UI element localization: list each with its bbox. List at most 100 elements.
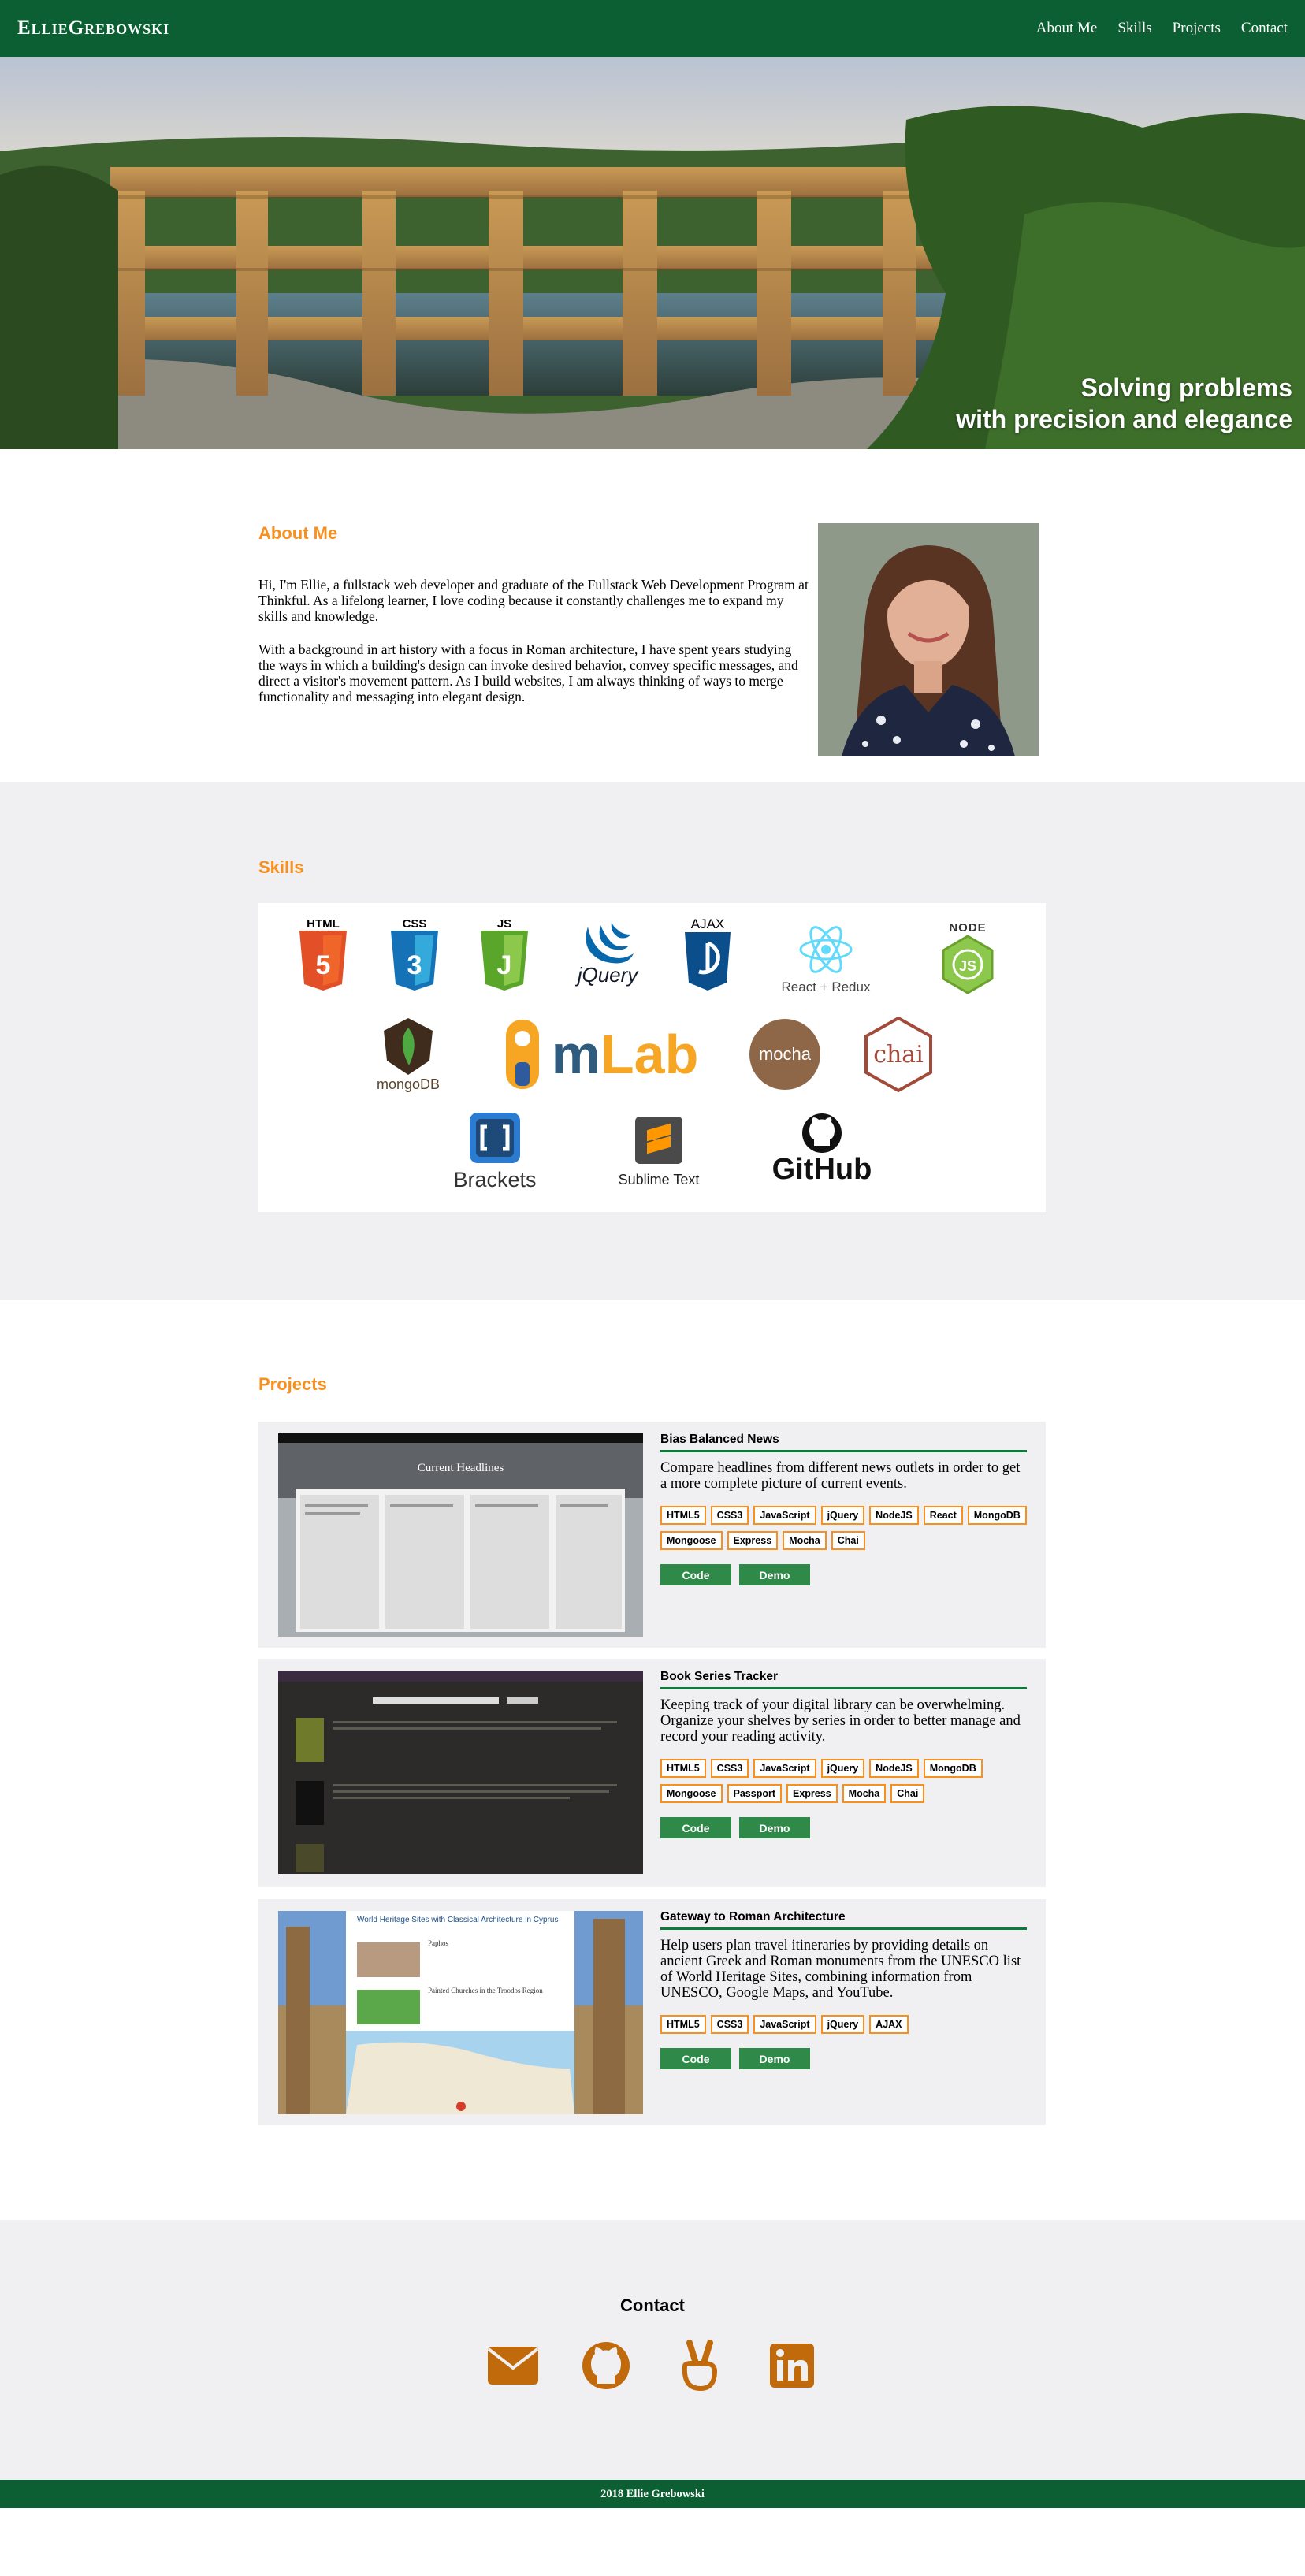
projects-section: Projects Current Headlines Bias Balanced… — [0, 1300, 1305, 2220]
chai-logo: chai — [859, 1012, 938, 1097]
skills-title: Skills — [258, 857, 304, 877]
projects-title: Projects — [258, 1374, 327, 1394]
project-tags: HTML5 CSS3 JavaScript jQuery NodeJS Reac… — [660, 1506, 1027, 1550]
code-button[interactable]: Code — [660, 1817, 731, 1838]
project-title: Gateway to Roman Architecture — [660, 1910, 1027, 1930]
about-section: About Me Hi, I'm Ellie, a fullstack web … — [0, 449, 1305, 782]
github-logo: GitHub — [763, 1105, 881, 1195]
ajax-logo: AJAX — [676, 913, 739, 994]
html5-logo-label: HTML — [307, 916, 340, 931]
chai-logo-label: chai — [873, 1040, 924, 1069]
site-brand[interactable]: EllieGrebowski — [17, 17, 169, 39]
tag: CSS3 — [710, 1759, 749, 1778]
tag: Mongoose — [660, 1531, 723, 1550]
tag: jQuery — [820, 1506, 865, 1525]
tag: HTML5 — [660, 1759, 706, 1778]
tag: MongoDB — [923, 1759, 983, 1778]
nav-link-projects[interactable]: Projects — [1173, 20, 1221, 37]
project-screenshot-item: Paphos — [428, 1939, 449, 1947]
html5-logo: HTML 5 — [292, 913, 355, 994]
contact-title: Contact — [620, 2295, 685, 2315]
project-buttons: Code Demo — [660, 2048, 1027, 2069]
javascript-logo-label: JS — [496, 916, 512, 931]
project-tags: HTML5 CSS3 JavaScript jQuery NodeJS Mong… — [660, 1759, 1027, 1803]
mlab-logo-label: mLab — [551, 1024, 699, 1085]
tag: Passport — [727, 1784, 782, 1803]
jquery-logo-label: jQuery — [577, 962, 638, 987]
project-card-book-tracker: Book Series Tracker Keeping track of you… — [258, 1659, 1046, 1887]
project-screenshot-book-tracker[interactable] — [278, 1671, 643, 1874]
nav-links: About Me Skills Projects Contact — [1036, 20, 1288, 37]
project-screenshot-roman-architecture[interactable]: World Heritage Sites with Classical Arch… — [278, 1911, 643, 2114]
javascript-logo-letter: J — [496, 950, 512, 980]
javascript-logo: JS J — [473, 913, 536, 994]
tag: Chai — [831, 1531, 865, 1550]
mocha-logo-label: mocha — [749, 1019, 820, 1090]
tag: JavaScript — [753, 1506, 816, 1525]
tag: Mocha — [842, 1784, 887, 1803]
mlab-logo: mLab — [487, 1012, 716, 1097]
tag: CSS3 — [710, 1506, 749, 1525]
react-redux-logo: React + Redux — [771, 913, 881, 1007]
linkedin-icon[interactable] — [766, 2340, 818, 2392]
tag: JavaScript — [753, 2015, 816, 2034]
demo-button[interactable]: Demo — [739, 2048, 810, 2069]
github-logo-label: GitHub — [771, 1153, 872, 1187]
project-screenshot-bias-news[interactable]: Current Headlines — [278, 1433, 643, 1637]
nav-link-contact[interactable]: Contact — [1241, 20, 1288, 37]
envelope-icon[interactable] — [487, 2340, 539, 2392]
tag: React — [923, 1506, 963, 1525]
about-text: Hi, I'm Ellie, a fullstack web developer… — [258, 577, 810, 704]
footer: 2018 Ellie Grebowski — [0, 2480, 1305, 2508]
project-description: Help users plan travel itineraries by pr… — [660, 1938, 1021, 2001]
jquery-logo: jQuery — [564, 913, 651, 994]
brackets-logo: Brackets — [448, 1108, 542, 1195]
react-redux-logo-label: React + Redux — [781, 979, 871, 994]
project-info: Book Series Tracker Keeping track of you… — [660, 1670, 1027, 1838]
nav-link-skills[interactable]: Skills — [1117, 20, 1151, 37]
project-card-roman-architecture: World Heritage Sites with Classical Arch… — [258, 1899, 1046, 2125]
contact-icons — [0, 2340, 1305, 2392]
nodejs-logo-label: NODE — [949, 920, 987, 935]
contact-section: Contact — [0, 2220, 1305, 2480]
css3-logo: CSS 3 — [383, 913, 446, 994]
project-screenshot-heading: World Heritage Sites with Classical Arch… — [357, 1916, 559, 1924]
code-button[interactable]: Code — [660, 2048, 731, 2069]
skills-section: Skills HTML 5 CSS 3 JS J jQuery AJAX Rea — [0, 782, 1305, 1300]
tag: HTML5 — [660, 2015, 706, 2034]
tag: Express — [786, 1784, 838, 1803]
sublime-text-logo: Sublime Text — [612, 1108, 706, 1195]
angellist-icon[interactable] — [673, 2340, 725, 2392]
tag: MongoDB — [967, 1506, 1027, 1525]
nav-link-about[interactable]: About Me — [1036, 20, 1098, 37]
project-card-bias-news: Current Headlines Bias Balanced News Com… — [258, 1422, 1046, 1648]
tag: jQuery — [820, 1759, 865, 1778]
demo-button[interactable]: Demo — [739, 1564, 810, 1585]
nodejs-logo: NODE JS — [936, 913, 999, 1002]
hero-tagline-line1: Solving problems — [1080, 374, 1292, 402]
about-paragraph-1: Hi, I'm Ellie, a fullstack web developer… — [258, 577, 809, 624]
mocha-logo: mocha — [745, 1012, 824, 1097]
project-screenshot-item: Painted Churches in the Troodos Region — [428, 1987, 543, 1994]
about-title: About Me — [258, 523, 338, 543]
top-nav: EllieGrebowski About Me Skills Projects … — [0, 0, 1305, 57]
skills-logo-panel: HTML 5 CSS 3 JS J jQuery AJAX React + Re… — [258, 903, 1046, 1212]
project-description: Compare headlines from different news ou… — [660, 1460, 1021, 1492]
nodejs-logo-js: JS — [958, 958, 977, 974]
project-buttons: Code Demo — [660, 1817, 1027, 1838]
tag: NodeJS — [869, 1506, 919, 1525]
project-info: Gateway to Roman Architecture Help users… — [660, 1910, 1027, 2069]
tag: HTML5 — [660, 1506, 706, 1525]
code-button[interactable]: Code — [660, 1564, 731, 1585]
css3-logo-label: CSS — [402, 916, 427, 931]
about-paragraph-2: With a background in art history with a … — [258, 641, 798, 704]
tag: JavaScript — [753, 1759, 816, 1778]
project-description: Keeping track of your digital library ca… — [660, 1697, 1021, 1745]
brackets-logo-label: Brackets — [453, 1167, 537, 1191]
ajax-logo-label: AJAX — [690, 916, 725, 931]
project-title: Book Series Tracker — [660, 1670, 1027, 1689]
demo-button[interactable]: Demo — [739, 1817, 810, 1838]
tag: Mocha — [783, 1531, 827, 1550]
github-icon[interactable] — [580, 2340, 632, 2392]
tag: jQuery — [820, 2015, 865, 2034]
